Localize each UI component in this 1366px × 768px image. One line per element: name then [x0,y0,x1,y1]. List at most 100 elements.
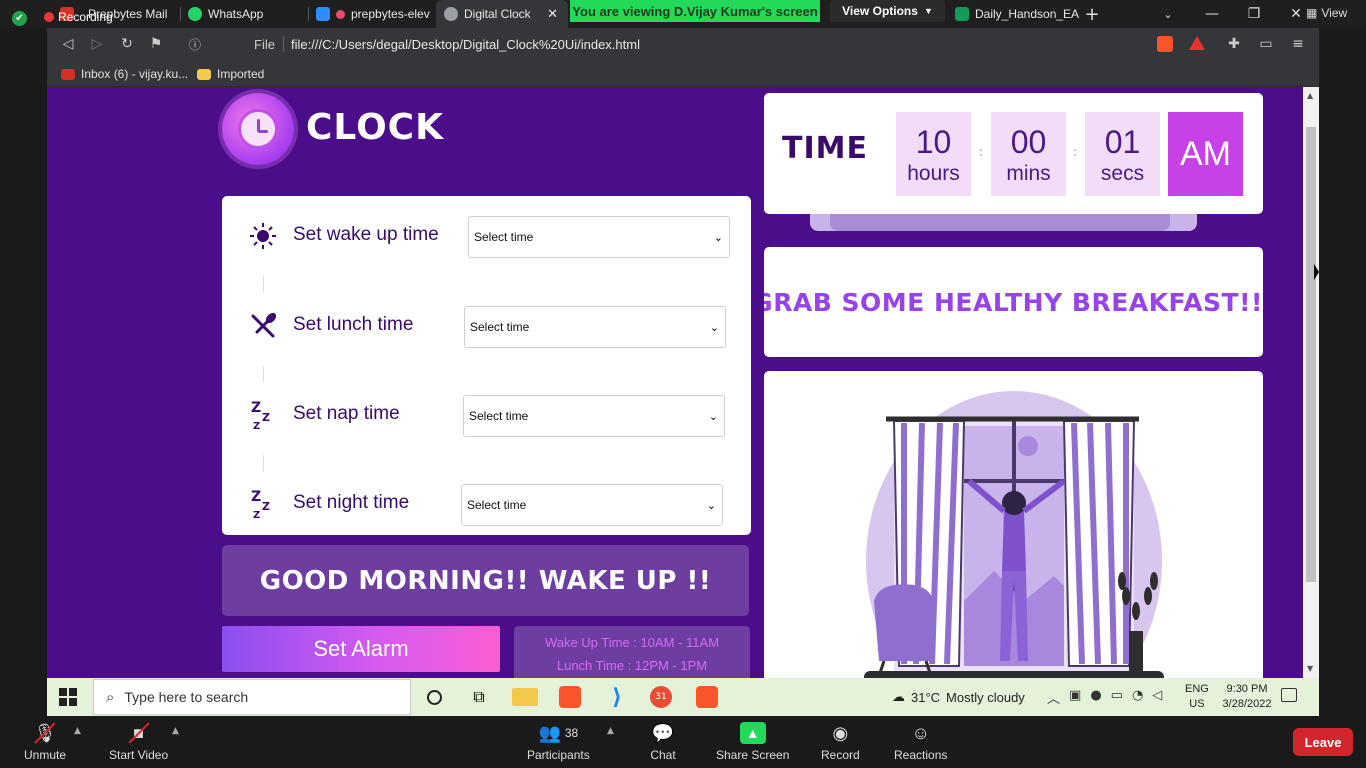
svg-text:Z: Z [251,489,261,505]
wake-up-select[interactable]: Select time ⌄ [468,216,730,258]
night-label: Set night time [293,492,410,513]
scroll-down-icon[interactable]: ▼ [1307,664,1313,673]
brave-rewards-icon[interactable] [1189,36,1205,50]
hours-value: 10 [915,124,952,160]
forward-icon[interactable]: ▷ [88,35,106,53]
reload-icon[interactable]: ↻ [118,35,136,53]
lunch-row: Set lunch time Select time ⌄ [242,306,732,348]
unmute-button[interactable]: 🎙 Unmute [24,722,66,762]
video-muted-icon: ■ [126,722,152,744]
file-explorer-icon[interactable] [512,688,538,706]
new-tab-icon[interactable]: + [1070,0,1114,28]
tab-whatsapp[interactable]: WhatsApp [180,0,308,28]
caret-up-icon[interactable]: ▲ [74,726,81,736]
nap-select[interactable]: Select time ⌄ [463,395,725,437]
participants-icon: 👥 38 [538,722,579,743]
windows-taskbar: ⌕ Type here to search ⧉ ⟩ 31 ☁ 31°C Most… [47,678,1319,716]
caret-up-icon[interactable]: ▲ [172,726,179,736]
bookmark-gmail[interactable]: Inbox (6) - vijay.ku... [61,67,188,81]
minimize-icon[interactable]: — [1190,0,1234,28]
share-screen-icon: ▲ [739,722,766,744]
caret-up-icon[interactable]: ▲ [607,726,614,736]
lunch-select[interactable]: Select time ⌄ [464,306,726,348]
taskbar-date: 3/28/2022 [1222,698,1272,710]
page-scrollbar[interactable]: ▲ ▼ [1303,87,1319,678]
taskbar-clock[interactable]: 9:30 PM 3/28/2022 [1212,682,1282,712]
microphone-muted-icon: 🎙 [32,722,58,744]
scroll-thumb[interactable] [1306,127,1316,582]
participants-count: 38 [564,726,579,740]
chevron-down-icon: ⌄ [708,410,718,423]
viewing-banner: You are viewing D.Vijay Kumar's screen [570,0,820,22]
back-icon[interactable]: ◁ [59,35,77,53]
start-video-label: Start Video [109,748,169,762]
tab-digital-clock[interactable]: Digital Clock ✕ [436,0,568,28]
participants-label: Participants [527,748,590,762]
view-options-button[interactable]: View Options ▼ [830,0,945,22]
restore-icon[interactable]: ❐ [1232,0,1276,28]
set-alarm-button[interactable]: Set Alarm [222,626,500,672]
schedule-panel: Wake Up Time : 10AM - 11AM Lunch Time : … [514,626,750,678]
wallet-icon[interactable]: ▭ [1257,35,1275,53]
greeting-banner: GOOD MORNING!! WAKE UP !! [222,545,749,616]
microphone-icon[interactable]: ● [1090,688,1101,707]
tab-prepbytes-elev[interactable]: prepbytes-elev [308,0,436,28]
start-video-button[interactable]: ■ Start Video [109,722,168,762]
participants-button[interactable]: 👥 38 Participants [527,722,590,763]
chevron-up-icon[interactable]: ︿ [1047,688,1060,707]
meet-now-icon[interactable]: ▣ [1069,688,1081,707]
share-screen-label: Share Screen [716,748,790,762]
info-icon[interactable]: ⓘ [186,35,204,53]
recording-label: Recording [58,10,113,24]
weather-text: Mostly cloudy [946,689,1025,705]
nap-row: ZZZ Set nap time Select time ⌄ [242,395,732,437]
menu-icon[interactable]: ≡ [1289,35,1307,53]
night-select[interactable]: Select time ⌄ [461,484,723,526]
shield-icon: ✔ [12,11,27,26]
unmute-label: Unmute [24,748,67,762]
bookmark-imported[interactable]: Imported [197,67,264,81]
extensions-icon[interactable]: ✚ [1225,35,1243,53]
bookmarks-bar: Inbox (6) - vijay.ku... Imported [47,61,1319,87]
wifi-icon[interactable]: ◔ [1132,688,1143,707]
tab-search-icon[interactable]: ⌄ [1146,0,1190,28]
record-button[interactable]: ◉ Record [821,722,860,763]
chat-icon: 💬 [651,722,675,743]
select-value: Select time [467,498,527,512]
clock-logo [222,93,294,165]
logo-text: CLOCK [306,107,444,148]
taskbar-search[interactable]: ⌕ Type here to search [93,679,411,715]
brave-icon[interactable] [696,686,718,708]
brave-icon[interactable] [559,686,581,708]
connector-line [263,455,264,471]
windows-start-icon[interactable] [59,688,77,706]
task-view-icon[interactable]: ⧉ [466,684,492,710]
system-tray: ︿ ▣ ● ▭ ◔ ◁ [1047,688,1162,707]
bookmark-icon[interactable]: ⚑ [147,35,165,53]
address-bar[interactable]: file:///C:/Users/degal/Desktop/Digital_C… [291,37,640,52]
notification-icon[interactable] [1281,688,1297,702]
leave-button[interactable]: Leave [1293,728,1353,756]
battery-icon[interactable]: ▭ [1111,688,1123,707]
vscode-icon[interactable]: ⟩ [604,684,630,710]
select-value: Select time [474,230,534,244]
record-dot-icon [44,12,54,22]
tab-label: Daily_Handson_EA [975,7,1080,21]
folder-icon [197,68,211,80]
weather-widget[interactable]: ☁ 31°C Mostly cloudy [892,689,1025,705]
bookmark-label: Imported [217,67,265,81]
zoom-view-button[interactable]: ▦ View [1306,6,1347,20]
language-indicator[interactable]: ENG US [1185,682,1209,712]
chat-button[interactable]: 💬 Chat [650,722,676,763]
calendar-badge-icon[interactable]: 31 [650,686,672,708]
scroll-up-icon[interactable]: ▲ [1307,91,1313,100]
reactions-button[interactable]: ☺ Reactions [894,722,947,763]
record-dot-icon [336,9,345,19]
share-screen-button[interactable]: ▲ Share Screen [716,722,789,762]
view-options-label: View Options [842,4,918,18]
brave-shield-icon[interactable] [1157,36,1173,52]
tab-daily-handson[interactable]: Daily_Handson_EA [947,0,1079,28]
volume-icon[interactable]: ◁ [1152,688,1162,707]
close-tab-icon[interactable]: ✕ [547,6,558,22]
cortana-icon[interactable] [421,684,447,710]
